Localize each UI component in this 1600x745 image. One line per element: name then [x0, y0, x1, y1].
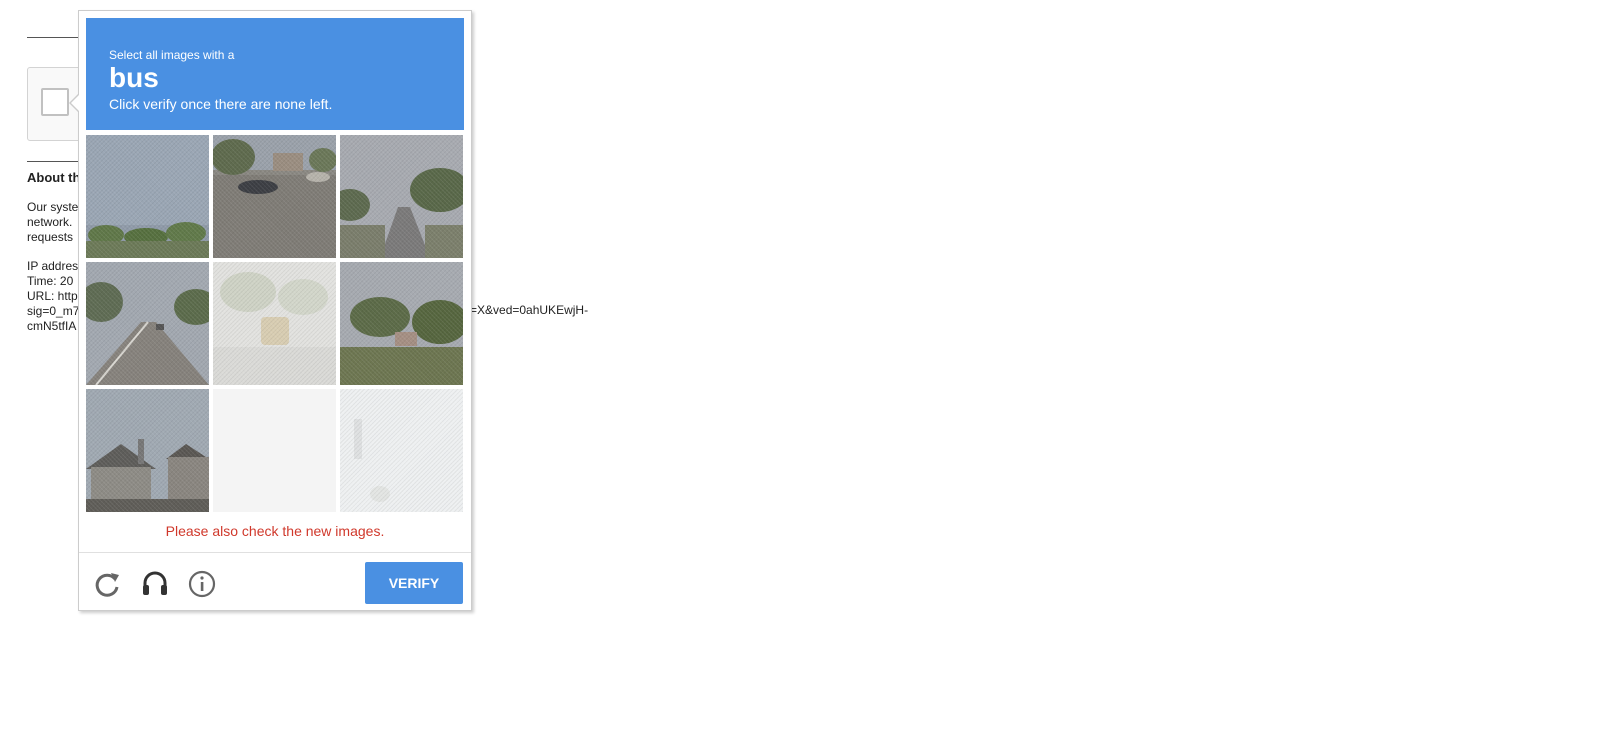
about-line: network. [27, 215, 73, 229]
image-tile-7[interactable] [86, 389, 209, 512]
image-tile-1[interactable] [86, 135, 209, 258]
sig-line-cont: cmN5tfIA [27, 319, 77, 333]
sig-line: sig=0_m7 [27, 304, 80, 318]
image-grid [86, 135, 464, 513]
instruction-hint: Click verify once there are none left. [109, 96, 333, 112]
image-tile-8[interactable] [213, 389, 336, 512]
audio-headphones-icon[interactable] [138, 567, 172, 601]
instruction-text: Select all images with a [109, 48, 235, 62]
verify-button[interactable]: VERIFY [365, 562, 463, 604]
recaptcha-checkbox[interactable] [41, 88, 69, 116]
target-keyword: bus [109, 62, 159, 93]
url-line: URL: http [27, 289, 78, 303]
image-tile-5[interactable] [213, 262, 336, 385]
info-icon[interactable] [185, 567, 219, 601]
image-tile-9[interactable] [340, 389, 463, 512]
image-tile-2[interactable] [213, 135, 336, 258]
about-line: requests [27, 230, 74, 244]
about-line: Our syste [27, 200, 79, 214]
image-tile-6[interactable] [340, 262, 463, 385]
challenge-header: Select all images with a bus Click verif… [86, 18, 464, 130]
error-message: Please also check the new images. [165, 523, 385, 539]
footer-divider [79, 552, 471, 553]
url-tail-text: =X&ved=0ahUKEwjH- [470, 303, 589, 317]
about-paragraph: Our syste network. requests [27, 200, 78, 245]
time-line: Time: 20 [27, 274, 74, 288]
ip-address-line: IP addres [27, 259, 79, 273]
request-info: IP addres Time: 20 URL: http sig=0_m7 cm… [27, 259, 79, 334]
image-tile-3[interactable] [340, 135, 463, 258]
image-tile-4[interactable] [86, 262, 209, 385]
tile-image [213, 389, 336, 512]
about-heading: About th [27, 170, 81, 185]
popup-arrow-inner [71, 95, 79, 111]
captcha-challenge-popup: Select all images with a bus Click verif… [78, 10, 472, 611]
reload-icon[interactable] [91, 567, 125, 601]
